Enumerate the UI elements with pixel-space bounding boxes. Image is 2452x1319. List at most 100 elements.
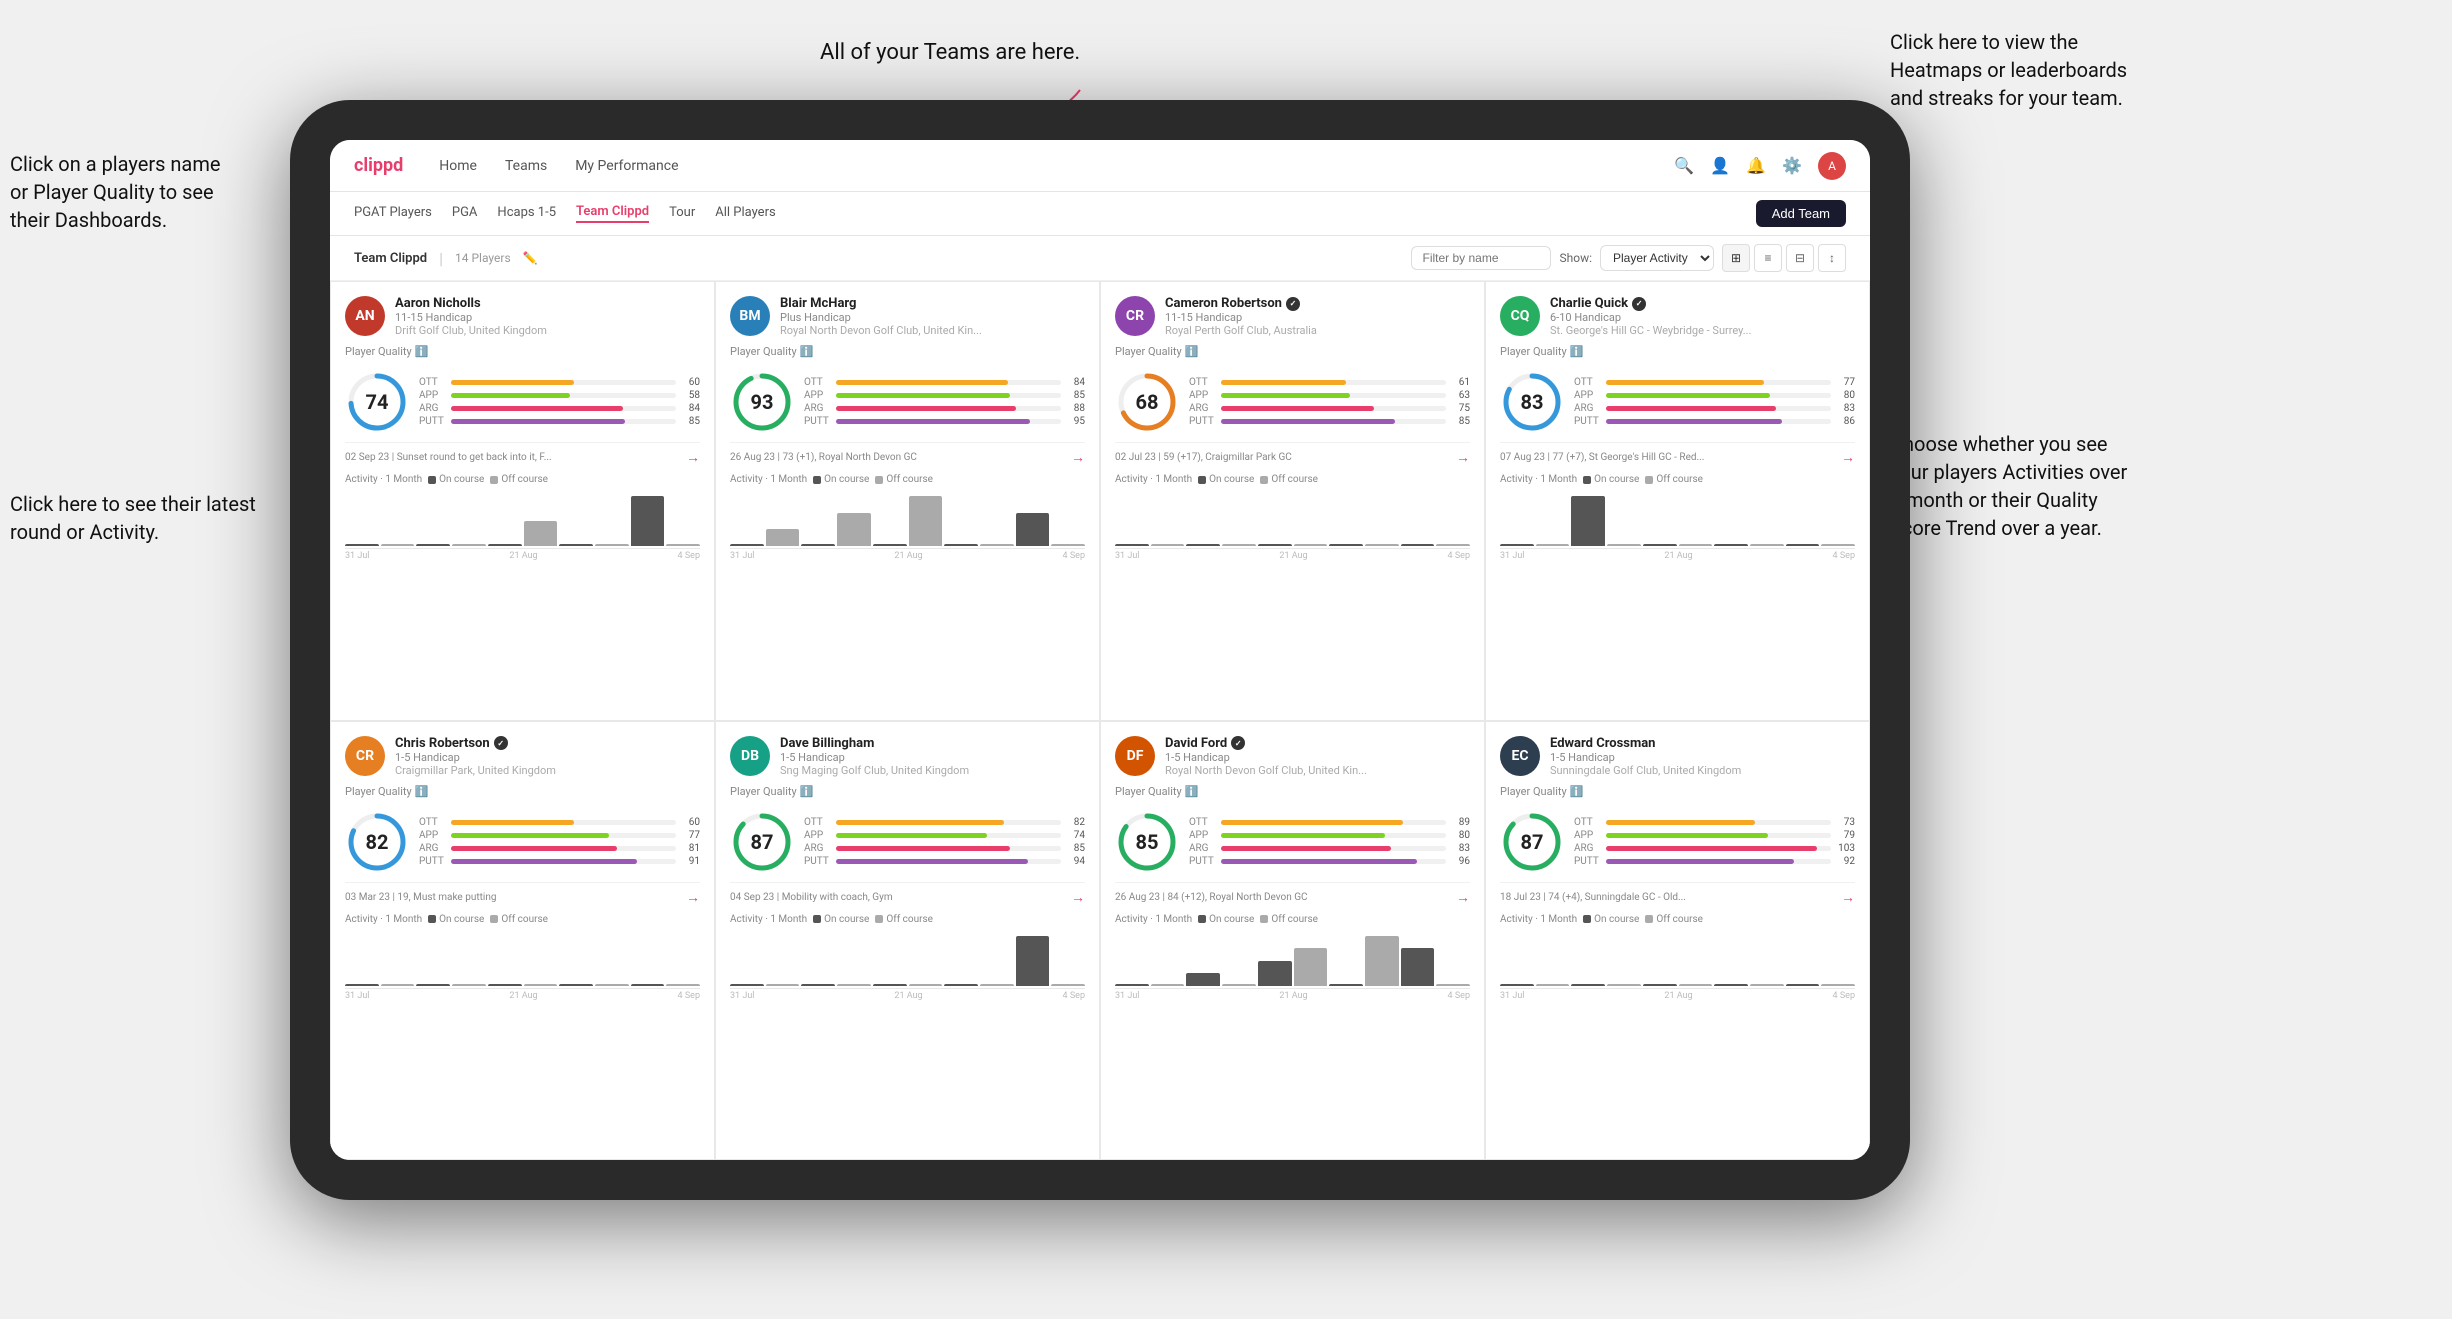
player-name[interactable]: Cameron Robertson ✓: [1165, 296, 1317, 311]
player-name[interactable]: Dave Billingham: [780, 736, 969, 751]
person-icon[interactable]: 👤: [1710, 156, 1730, 176]
nav-home[interactable]: Home: [439, 158, 477, 174]
quality-section[interactable]: 93 OTT 84 APP 85 ARG: [730, 370, 1085, 434]
chart-bar: [1536, 544, 1570, 546]
player-name[interactable]: David Ford ✓: [1165, 736, 1367, 751]
bell-icon[interactable]: 🔔: [1746, 156, 1766, 176]
subnav-all-players[interactable]: All Players: [715, 205, 775, 222]
player-header: CR Cameron Robertson ✓ 11-15 Handicap Ro…: [1115, 296, 1470, 337]
stat-bar-fill: [836, 393, 1010, 398]
chart-bar: [559, 544, 593, 546]
subnav-pga[interactable]: PGA: [452, 205, 478, 222]
quality-stats: OTT 82 APP 74 ARG 85 PU: [804, 817, 1085, 867]
player-card[interactable]: EC Edward Crossman 1-5 Handicap Sunningd…: [1485, 721, 1870, 1161]
list-view-btn[interactable]: ≡: [1754, 244, 1782, 272]
stat-bar-bg: [1221, 393, 1446, 398]
off-course-dot: [490, 915, 498, 923]
activity-label[interactable]: Activity · 1 Month On course Off course: [345, 474, 700, 485]
activity-label[interactable]: Activity · 1 Month On course Off course: [345, 914, 700, 925]
edit-icon[interactable]: ✏️: [523, 251, 538, 265]
stat-label: ARG: [1574, 403, 1602, 414]
stat-bar-bg: [451, 859, 676, 864]
chart-bar: [1258, 544, 1292, 546]
subnav-team-clippd[interactable]: Team Clippd: [576, 204, 649, 223]
subnav-pgat[interactable]: PGAT Players: [354, 205, 432, 222]
quality-section[interactable]: 68 OTT 61 APP 63 ARG: [1115, 370, 1470, 434]
stat-label: OTT: [1574, 377, 1602, 388]
quality-section[interactable]: 83 OTT 77 APP 80 ARG: [1500, 370, 1855, 434]
activity-label[interactable]: Activity · 1 Month On course Off course: [730, 474, 1085, 485]
latest-round[interactable]: 26 Aug 23 | 84 (+12), Royal North Devon …: [1115, 882, 1470, 906]
activity-label[interactable]: Activity · 1 Month On course Off course: [1115, 914, 1470, 925]
nav-my-performance[interactable]: My Performance: [575, 158, 678, 174]
latest-round[interactable]: 07 Aug 23 | 77 (+7), St George's Hill GC…: [1500, 442, 1855, 466]
stat-row: APP 80: [1189, 830, 1470, 841]
player-club: Royal North Devon Golf Club, United Kin.…: [1165, 764, 1367, 777]
player-name[interactable]: Aaron Nicholls: [395, 296, 547, 311]
player-name[interactable]: Chris Robertson ✓: [395, 736, 556, 751]
player-card[interactable]: AN Aaron Nicholls 11-15 Handicap Drift G…: [330, 281, 715, 721]
player-name[interactable]: Charlie Quick ✓: [1550, 296, 1751, 311]
activity-section: Activity · 1 Month On course Off course …: [1500, 474, 1855, 561]
activity-label[interactable]: Activity · 1 Month On course Off course: [1500, 474, 1855, 485]
stat-bar-fill: [1606, 393, 1770, 398]
latest-round[interactable]: 02 Sep 23 | Sunset round to get back int…: [345, 442, 700, 466]
latest-round[interactable]: 18 Jul 23 | 74 (+4), Sunningdale GC - Ol…: [1500, 882, 1855, 906]
activity-annotation: Choose whether you see your players Acti…: [1890, 430, 2127, 542]
nav-teams[interactable]: Teams: [505, 158, 547, 174]
show-select[interactable]: Player Activity: [1600, 245, 1714, 271]
stat-bar-fill: [1606, 419, 1782, 424]
quality-section[interactable]: 87 OTT 82 APP 74 ARG: [730, 810, 1085, 874]
stat-row: PUTT 91: [419, 856, 700, 867]
stat-value: 75: [1450, 403, 1470, 414]
avatar[interactable]: A: [1818, 152, 1846, 180]
stat-label: PUTT: [1574, 856, 1602, 867]
round-text: 02 Jul 23 | 59 (+17), Craigmillar Park G…: [1115, 452, 1456, 463]
add-team-button[interactable]: Add Team: [1756, 200, 1846, 227]
quality-section[interactable]: 85 OTT 89 APP 80 ARG: [1115, 810, 1470, 874]
search-icon[interactable]: 🔍: [1674, 156, 1694, 176]
filter-input[interactable]: [1411, 246, 1551, 270]
quality-stats: OTT 84 APP 85 ARG 88 PU: [804, 377, 1085, 427]
quality-section[interactable]: 74 OTT 60 APP 58 ARG: [345, 370, 700, 434]
settings-icon[interactable]: ⚙️: [1782, 156, 1802, 176]
activity-label[interactable]: Activity · 1 Month On course Off course: [1115, 474, 1470, 485]
stat-value: 63: [1450, 390, 1470, 401]
player-card[interactable]: CQ Charlie Quick ✓ 6-10 Handicap St. Geo…: [1485, 281, 1870, 721]
player-card[interactable]: DF David Ford ✓ 1-5 Handicap Royal North…: [1100, 721, 1485, 1161]
player-card[interactable]: CR Chris Robertson ✓ 1-5 Handicap Craigm…: [330, 721, 715, 1161]
sort-btn[interactable]: ↕: [1818, 244, 1846, 272]
player-card[interactable]: CR Cameron Robertson ✓ 11-15 Handicap Ro…: [1100, 281, 1485, 721]
subnav-hcaps[interactable]: Hcaps 1-5: [497, 205, 556, 222]
stat-value: 80: [1835, 390, 1855, 401]
activity-chart: [1500, 489, 1855, 549]
latest-round[interactable]: 02 Jul 23 | 59 (+17), Craigmillar Park G…: [1115, 442, 1470, 466]
stat-bar-fill: [451, 859, 637, 864]
chart-date: 4 Sep: [678, 991, 700, 1001]
chart-bar: [730, 544, 764, 546]
chart-date: 4 Sep: [1448, 551, 1470, 561]
chart-dates: 31 Jul21 Aug4 Sep: [1500, 551, 1855, 561]
on-course-legend: On course: [1583, 474, 1639, 485]
player-card[interactable]: DB Dave Billingham 1-5 Handicap Sng Magi…: [715, 721, 1100, 1161]
player-card[interactable]: BM Blair McHarg Plus Handicap Royal Nort…: [715, 281, 1100, 721]
quality-section[interactable]: 82 OTT 60 APP 77 ARG: [345, 810, 700, 874]
subnav-tour[interactable]: Tour: [669, 205, 695, 222]
stat-bar-fill: [836, 846, 1010, 851]
activity-label[interactable]: Activity · 1 Month On course Off course: [1500, 914, 1855, 925]
quality-section[interactable]: 87 OTT 73 APP 79 ARG: [1500, 810, 1855, 874]
quality-stats: OTT 73 APP 79 ARG 103 P: [1574, 817, 1855, 867]
activity-label[interactable]: Activity · 1 Month On course Off course: [730, 914, 1085, 925]
player-name[interactable]: Edward Crossman: [1550, 736, 1741, 751]
filter-btn[interactable]: ⊟: [1786, 244, 1814, 272]
chart-bar: [1401, 544, 1435, 546]
grid-view-btn[interactable]: ⊞: [1722, 244, 1750, 272]
latest-round[interactable]: 03 Mar 23 | 19, Must make putting →: [345, 882, 700, 906]
latest-round[interactable]: 26 Aug 23 | 73 (+1), Royal North Devon G…: [730, 442, 1085, 466]
off-course-text: Off course: [501, 914, 548, 925]
player-name[interactable]: Blair McHarg: [780, 296, 982, 311]
stat-bar-fill: [451, 820, 574, 825]
latest-round[interactable]: 04 Sep 23 | Mobility with coach, Gym →: [730, 882, 1085, 906]
stat-label: PUTT: [419, 856, 447, 867]
chart-bar: [1294, 544, 1328, 546]
